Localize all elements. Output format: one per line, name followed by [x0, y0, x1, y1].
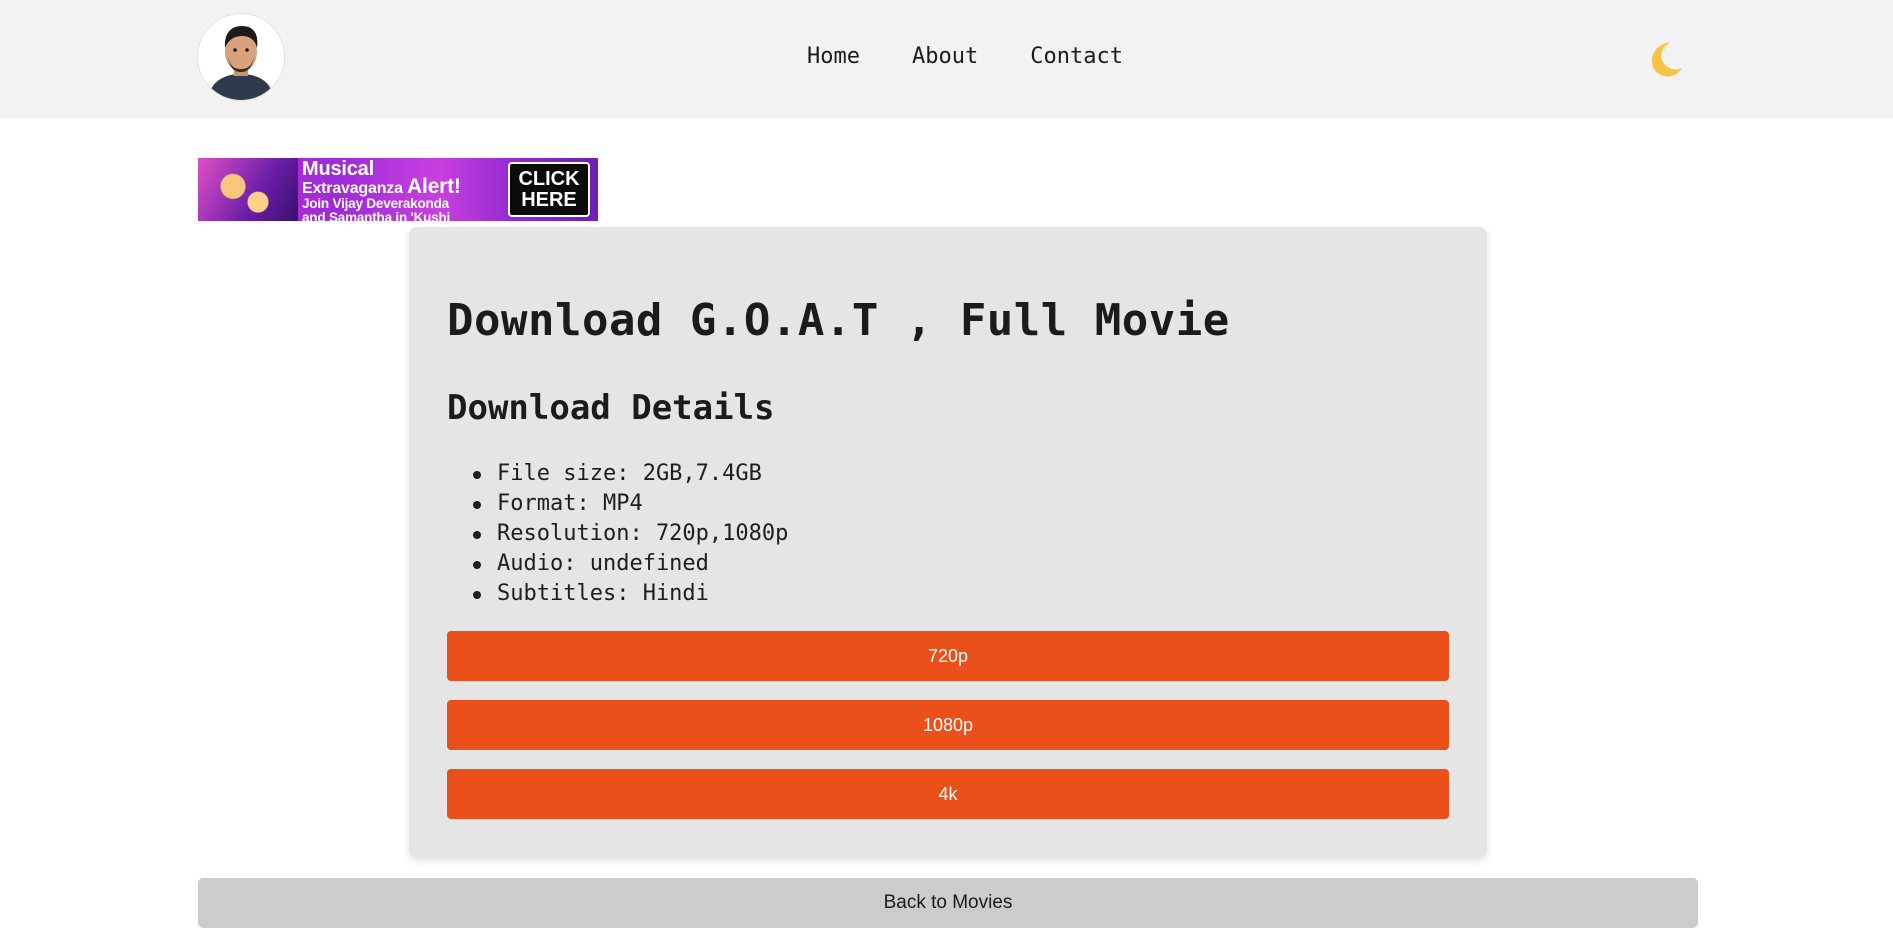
ad-line-3: and Samantha in 'Kushi: [302, 210, 451, 222]
ad-banner[interactable]: Musical Extravaganza Alert! Join Vijay D…: [198, 158, 598, 221]
ad-line-1a: Musical: [302, 158, 374, 180]
nav-link-about[interactable]: About: [912, 40, 978, 74]
page-title: Download G.O.A.T , Full Movie: [447, 295, 1230, 346]
download-card: Download G.O.A.T , Full Movie Download D…: [409, 227, 1487, 858]
theme-toggle-button[interactable]: [1640, 36, 1686, 82]
detail-file-size: File size: 2GB,7.4GB: [447, 459, 788, 489]
ad-artwork: [198, 158, 298, 221]
ad-line-1c: Alert!: [407, 175, 461, 198]
nav-link-contact[interactable]: Contact: [1030, 40, 1123, 74]
section-title: Download Details: [447, 388, 775, 428]
ad-line-1b: Extravaganza: [302, 180, 403, 197]
ad-text: Musical Extravaganza Alert! Join Vijay D…: [302, 159, 502, 221]
avatar[interactable]: [198, 14, 284, 100]
ad-cta-line-1: CLICK: [518, 168, 580, 190]
ad-line-2: Join Vijay Deverakonda: [302, 196, 449, 211]
download-4k-button[interactable]: 4k: [447, 769, 1449, 819]
crescent-moon-icon: [1651, 42, 1682, 77]
back-to-movies-label: Back to Movies: [883, 892, 1013, 913]
detail-audio: Audio: undefined: [447, 549, 788, 579]
detail-subtitles: Subtitles: Hindi: [447, 579, 788, 609]
ad-click-here-button[interactable]: CLICK HERE: [508, 162, 590, 217]
download-details-list: File size: 2GB,7.4GB Format: MP4 Resolut…: [447, 459, 788, 609]
ad-cta-line-2: HERE: [521, 189, 577, 211]
nav-links: Home About Contact: [807, 40, 1123, 74]
profile-photo: [198, 14, 284, 100]
download-1080p-button[interactable]: 1080p: [447, 700, 1449, 750]
nav-link-home[interactable]: Home: [807, 40, 860, 74]
detail-resolution: Resolution: 720p,1080p: [447, 519, 788, 549]
back-to-movies-button[interactable]: Back to Movies: [198, 878, 1698, 928]
detail-format: Format: MP4: [447, 489, 788, 519]
download-720p-button[interactable]: 720p: [447, 631, 1449, 681]
navbar: Home About Contact: [0, 0, 1893, 118]
